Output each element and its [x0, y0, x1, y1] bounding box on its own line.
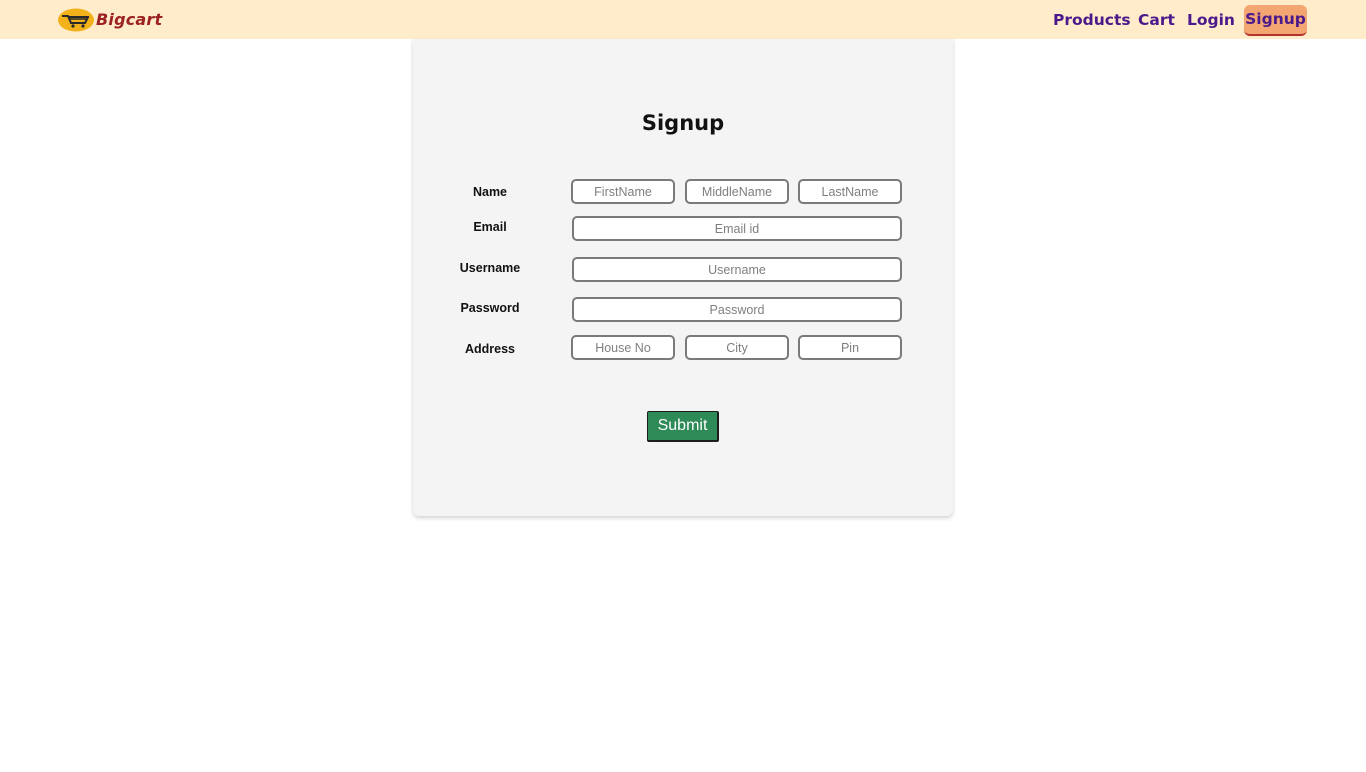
username-input[interactable]: [572, 257, 902, 282]
password-input[interactable]: [572, 297, 902, 322]
email-label: Email: [473, 220, 507, 234]
nav-login-link[interactable]: Login: [1187, 5, 1235, 36]
brand-name: Bigcart: [96, 10, 163, 29]
nav-cart-link[interactable]: Cart: [1138, 5, 1175, 36]
middle-name-input[interactable]: [685, 179, 789, 204]
last-name-input[interactable]: [798, 179, 902, 204]
pin-input[interactable]: [798, 335, 902, 360]
house-no-input[interactable]: [571, 335, 675, 360]
form-title: Signup: [641, 111, 725, 135]
password-label: Password: [460, 301, 520, 315]
cart-logo-icon: [58, 8, 94, 32]
nav-products-link[interactable]: Products: [1053, 5, 1131, 36]
top-navbar: Bigcart Products Cart Login Signup: [0, 0, 1366, 39]
username-label: Username: [459, 261, 521, 275]
city-input[interactable]: [685, 335, 789, 360]
nav-signup-link[interactable]: Signup: [1244, 5, 1307, 36]
signup-form-card: Signup Name Email Username Password Addr…: [413, 39, 953, 516]
first-name-input[interactable]: [571, 179, 675, 204]
name-label: Name: [472, 185, 508, 199]
submit-button[interactable]: Submit: [647, 411, 719, 442]
address-label: Address: [464, 342, 516, 356]
brand-logo-link[interactable]: Bigcart: [58, 6, 162, 33]
email-input[interactable]: [572, 216, 902, 241]
